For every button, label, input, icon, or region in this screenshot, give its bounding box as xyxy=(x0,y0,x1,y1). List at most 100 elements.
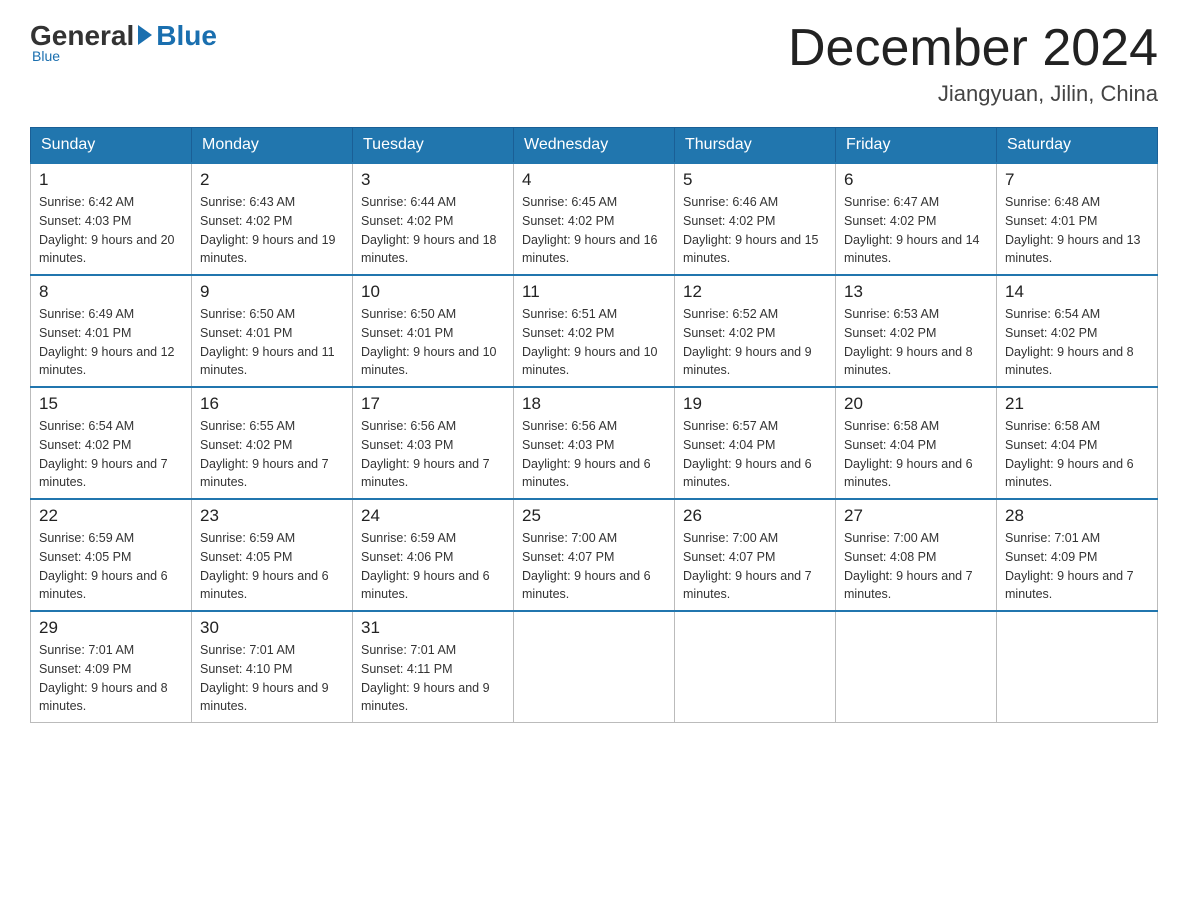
calendar-cell: 14 Sunrise: 6:54 AM Sunset: 4:02 PM Dayl… xyxy=(997,275,1158,387)
calendar-cell xyxy=(514,611,675,723)
day-number: 18 xyxy=(522,394,666,414)
day-number: 28 xyxy=(1005,506,1149,526)
calendar-cell: 15 Sunrise: 6:54 AM Sunset: 4:02 PM Dayl… xyxy=(31,387,192,499)
day-number: 30 xyxy=(200,618,344,638)
calendar-cell: 8 Sunrise: 6:49 AM Sunset: 4:01 PM Dayli… xyxy=(31,275,192,387)
day-number: 14 xyxy=(1005,282,1149,302)
calendar-cell: 31 Sunrise: 7:01 AM Sunset: 4:11 PM Dayl… xyxy=(353,611,514,723)
day-number: 7 xyxy=(1005,170,1149,190)
day-number: 16 xyxy=(200,394,344,414)
day-info: Sunrise: 6:58 AM Sunset: 4:04 PM Dayligh… xyxy=(844,417,988,492)
day-number: 23 xyxy=(200,506,344,526)
calendar-cell: 29 Sunrise: 7:01 AM Sunset: 4:09 PM Dayl… xyxy=(31,611,192,723)
page-header: General Blue Blue December 2024 Jiangyua… xyxy=(30,20,1158,107)
day-number: 19 xyxy=(683,394,827,414)
month-title: December 2024 xyxy=(788,20,1158,77)
calendar-cell: 30 Sunrise: 7:01 AM Sunset: 4:10 PM Dayl… xyxy=(192,611,353,723)
day-info: Sunrise: 6:51 AM Sunset: 4:02 PM Dayligh… xyxy=(522,305,666,380)
day-info: Sunrise: 6:59 AM Sunset: 4:05 PM Dayligh… xyxy=(200,529,344,604)
day-info: Sunrise: 6:56 AM Sunset: 4:03 PM Dayligh… xyxy=(522,417,666,492)
day-number: 10 xyxy=(361,282,505,302)
calendar-week-1: 1 Sunrise: 6:42 AM Sunset: 4:03 PM Dayli… xyxy=(31,163,1158,275)
day-info: Sunrise: 6:48 AM Sunset: 4:01 PM Dayligh… xyxy=(1005,193,1149,268)
day-info: Sunrise: 7:01 AM Sunset: 4:11 PM Dayligh… xyxy=(361,641,505,716)
calendar-cell xyxy=(675,611,836,723)
calendar-cell: 27 Sunrise: 7:00 AM Sunset: 4:08 PM Dayl… xyxy=(836,499,997,611)
calendar-cell xyxy=(997,611,1158,723)
day-number: 5 xyxy=(683,170,827,190)
day-number: 11 xyxy=(522,282,666,302)
day-number: 9 xyxy=(200,282,344,302)
calendar-cell: 19 Sunrise: 6:57 AM Sunset: 4:04 PM Dayl… xyxy=(675,387,836,499)
day-number: 26 xyxy=(683,506,827,526)
calendar-cell: 25 Sunrise: 7:00 AM Sunset: 4:07 PM Dayl… xyxy=(514,499,675,611)
location-title: Jiangyuan, Jilin, China xyxy=(788,81,1158,107)
day-number: 6 xyxy=(844,170,988,190)
calendar-cell: 22 Sunrise: 6:59 AM Sunset: 4:05 PM Dayl… xyxy=(31,499,192,611)
day-info: Sunrise: 6:56 AM Sunset: 4:03 PM Dayligh… xyxy=(361,417,505,492)
day-info: Sunrise: 6:53 AM Sunset: 4:02 PM Dayligh… xyxy=(844,305,988,380)
day-number: 24 xyxy=(361,506,505,526)
day-info: Sunrise: 7:00 AM Sunset: 4:08 PM Dayligh… xyxy=(844,529,988,604)
calendar-header-row: Sunday Monday Tuesday Wednesday Thursday… xyxy=(31,128,1158,164)
calendar-cell: 4 Sunrise: 6:45 AM Sunset: 4:02 PM Dayli… xyxy=(514,163,675,275)
logo-blue-text: Blue xyxy=(156,20,217,52)
calendar-table: Sunday Monday Tuesday Wednesday Thursday… xyxy=(30,127,1158,723)
day-info: Sunrise: 6:58 AM Sunset: 4:04 PM Dayligh… xyxy=(1005,417,1149,492)
day-info: Sunrise: 6:59 AM Sunset: 4:06 PM Dayligh… xyxy=(361,529,505,604)
day-number: 27 xyxy=(844,506,988,526)
day-info: Sunrise: 6:43 AM Sunset: 4:02 PM Dayligh… xyxy=(200,193,344,268)
day-info: Sunrise: 6:45 AM Sunset: 4:02 PM Dayligh… xyxy=(522,193,666,268)
logo: General Blue Blue xyxy=(30,20,217,64)
calendar-cell: 1 Sunrise: 6:42 AM Sunset: 4:03 PM Dayli… xyxy=(31,163,192,275)
calendar-cell: 11 Sunrise: 6:51 AM Sunset: 4:02 PM Dayl… xyxy=(514,275,675,387)
day-info: Sunrise: 6:52 AM Sunset: 4:02 PM Dayligh… xyxy=(683,305,827,380)
day-number: 22 xyxy=(39,506,183,526)
day-info: Sunrise: 6:49 AM Sunset: 4:01 PM Dayligh… xyxy=(39,305,183,380)
calendar-cell xyxy=(836,611,997,723)
day-number: 1 xyxy=(39,170,183,190)
calendar-cell: 12 Sunrise: 6:52 AM Sunset: 4:02 PM Dayl… xyxy=(675,275,836,387)
calendar-cell: 3 Sunrise: 6:44 AM Sunset: 4:02 PM Dayli… xyxy=(353,163,514,275)
calendar-cell: 5 Sunrise: 6:46 AM Sunset: 4:02 PM Dayli… xyxy=(675,163,836,275)
logo-triangle-icon xyxy=(138,25,152,45)
calendar-cell: 2 Sunrise: 6:43 AM Sunset: 4:02 PM Dayli… xyxy=(192,163,353,275)
header-thursday: Thursday xyxy=(675,128,836,164)
day-info: Sunrise: 6:50 AM Sunset: 4:01 PM Dayligh… xyxy=(361,305,505,380)
header-wednesday: Wednesday xyxy=(514,128,675,164)
day-number: 2 xyxy=(200,170,344,190)
day-number: 17 xyxy=(361,394,505,414)
day-info: Sunrise: 6:42 AM Sunset: 4:03 PM Dayligh… xyxy=(39,193,183,268)
logo-subtitle: Blue xyxy=(32,48,60,64)
day-info: Sunrise: 6:59 AM Sunset: 4:05 PM Dayligh… xyxy=(39,529,183,604)
day-info: Sunrise: 7:00 AM Sunset: 4:07 PM Dayligh… xyxy=(683,529,827,604)
header-tuesday: Tuesday xyxy=(353,128,514,164)
day-info: Sunrise: 6:57 AM Sunset: 4:04 PM Dayligh… xyxy=(683,417,827,492)
calendar-cell: 23 Sunrise: 6:59 AM Sunset: 4:05 PM Dayl… xyxy=(192,499,353,611)
day-info: Sunrise: 7:01 AM Sunset: 4:10 PM Dayligh… xyxy=(200,641,344,716)
day-info: Sunrise: 7:01 AM Sunset: 4:09 PM Dayligh… xyxy=(1005,529,1149,604)
day-info: Sunrise: 6:46 AM Sunset: 4:02 PM Dayligh… xyxy=(683,193,827,268)
header-sunday: Sunday xyxy=(31,128,192,164)
day-number: 15 xyxy=(39,394,183,414)
calendar-cell: 6 Sunrise: 6:47 AM Sunset: 4:02 PM Dayli… xyxy=(836,163,997,275)
day-info: Sunrise: 6:54 AM Sunset: 4:02 PM Dayligh… xyxy=(39,417,183,492)
calendar-cell: 7 Sunrise: 6:48 AM Sunset: 4:01 PM Dayli… xyxy=(997,163,1158,275)
day-number: 20 xyxy=(844,394,988,414)
calendar-cell: 24 Sunrise: 6:59 AM Sunset: 4:06 PM Dayl… xyxy=(353,499,514,611)
day-info: Sunrise: 6:47 AM Sunset: 4:02 PM Dayligh… xyxy=(844,193,988,268)
calendar-cell: 18 Sunrise: 6:56 AM Sunset: 4:03 PM Dayl… xyxy=(514,387,675,499)
calendar-cell: 9 Sunrise: 6:50 AM Sunset: 4:01 PM Dayli… xyxy=(192,275,353,387)
calendar-week-5: 29 Sunrise: 7:01 AM Sunset: 4:09 PM Dayl… xyxy=(31,611,1158,723)
calendar-week-3: 15 Sunrise: 6:54 AM Sunset: 4:02 PM Dayl… xyxy=(31,387,1158,499)
header-monday: Monday xyxy=(192,128,353,164)
day-number: 25 xyxy=(522,506,666,526)
day-number: 3 xyxy=(361,170,505,190)
day-number: 29 xyxy=(39,618,183,638)
day-number: 31 xyxy=(361,618,505,638)
calendar-cell: 20 Sunrise: 6:58 AM Sunset: 4:04 PM Dayl… xyxy=(836,387,997,499)
day-info: Sunrise: 6:55 AM Sunset: 4:02 PM Dayligh… xyxy=(200,417,344,492)
day-number: 4 xyxy=(522,170,666,190)
calendar-cell: 13 Sunrise: 6:53 AM Sunset: 4:02 PM Dayl… xyxy=(836,275,997,387)
day-info: Sunrise: 6:54 AM Sunset: 4:02 PM Dayligh… xyxy=(1005,305,1149,380)
